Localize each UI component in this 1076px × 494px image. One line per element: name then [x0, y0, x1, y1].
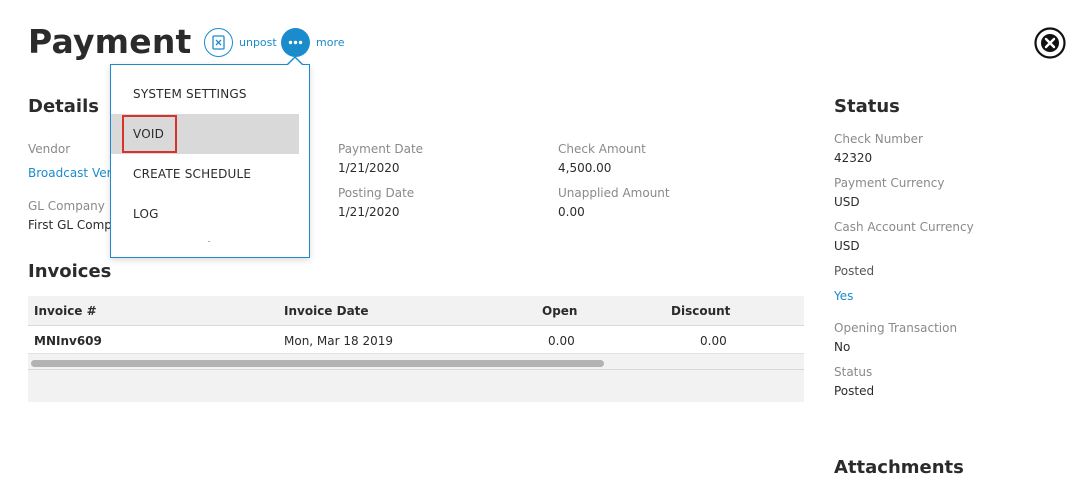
col-invoice-number[interactable]: Invoice # [34, 304, 97, 318]
opening-transaction-value: No [834, 340, 851, 354]
posted-value[interactable]: Yes [834, 289, 853, 303]
table-row: MNInv609 Mon, Mar 18 2019 0.00 0.00 [28, 326, 804, 354]
horizontal-scrollbar[interactable] [28, 356, 804, 370]
unpost-label[interactable]: unpost [239, 36, 277, 49]
posting-date-value: 1/21/2020 [338, 205, 400, 219]
open-cell: 0.00 [548, 334, 575, 348]
posted-label: Posted [834, 264, 875, 278]
more-dots-icon[interactable] [281, 28, 310, 57]
menu-item-system-settings[interactable]: SYSTEM SETTINGS [111, 74, 299, 114]
details-title: Details [28, 96, 99, 117]
invoice-link[interactable]: MNInv609 [34, 334, 102, 348]
status-label: Status [834, 365, 873, 379]
posting-date-label: Posting Date [338, 186, 415, 200]
gl-company-label: GL Company [28, 199, 105, 213]
status-value: Posted [834, 384, 875, 398]
col-invoice-date[interactable]: Invoice Date [284, 304, 369, 318]
close-circle-icon[interactable] [1034, 27, 1066, 59]
invoice-date-cell: Mon, Mar 18 2019 [284, 334, 394, 348]
more-action[interactable]: more [281, 28, 345, 57]
opening-transaction-label: Opening Transaction [834, 321, 958, 335]
payment-date-label: Payment Date [338, 142, 424, 156]
unapplied-amount-label: Unapplied Amount [558, 186, 670, 200]
discount-cell: 0.00 [700, 334, 727, 348]
menu-item-label: SYSTEM SETTINGS [133, 87, 247, 101]
col-discount[interactable]: Discount [671, 304, 730, 318]
invoices-table: Invoice # Invoice Date Open Discount MNI… [28, 296, 804, 402]
payment-currency-label: Payment Currency [834, 176, 945, 190]
invoices-title: Invoices [28, 261, 112, 282]
check-number-value: 42320 [834, 151, 873, 165]
table-header: Invoice # Invoice Date Open Discount [28, 296, 804, 326]
check-amount-label: Check Amount [558, 142, 646, 156]
payment-date-value: 1/21/2020 [338, 161, 400, 175]
check-amount-value: 4,500.00 [558, 161, 612, 175]
vendor-label: Vendor [28, 142, 71, 156]
menu-divider-dot [208, 241, 210, 242]
menu-item-void[interactable]: VOID [111, 114, 299, 154]
more-dropdown-menu: SYSTEM SETTINGS VOID CREATE SCHEDULE LOG [110, 64, 310, 258]
col-open[interactable]: Open [542, 304, 577, 318]
payment-currency-value: USD [834, 195, 860, 209]
more-label[interactable]: more [316, 36, 345, 49]
page-title: Payment [28, 22, 192, 61]
attachments-title: Attachments [834, 457, 964, 478]
menu-item-label: CREATE SCHEDULE [133, 167, 252, 181]
menu-item-create-schedule[interactable]: CREATE SCHEDULE [111, 154, 299, 194]
cash-account-currency-value: USD [834, 239, 860, 253]
dropdown-caret [286, 56, 304, 65]
unpost-doc-icon[interactable] [204, 28, 233, 57]
cash-account-currency-label: Cash Account Currency [834, 220, 974, 234]
menu-item-log[interactable]: LOG [111, 194, 299, 234]
unpost-action[interactable]: unpost [204, 28, 277, 57]
check-number-label: Check Number [834, 132, 923, 146]
status-title: Status [834, 96, 900, 117]
void-highlight-box [122, 115, 177, 153]
scrollbar-thumb[interactable] [31, 360, 604, 367]
unapplied-amount-value: 0.00 [558, 205, 585, 219]
menu-item-label: LOG [133, 207, 159, 221]
